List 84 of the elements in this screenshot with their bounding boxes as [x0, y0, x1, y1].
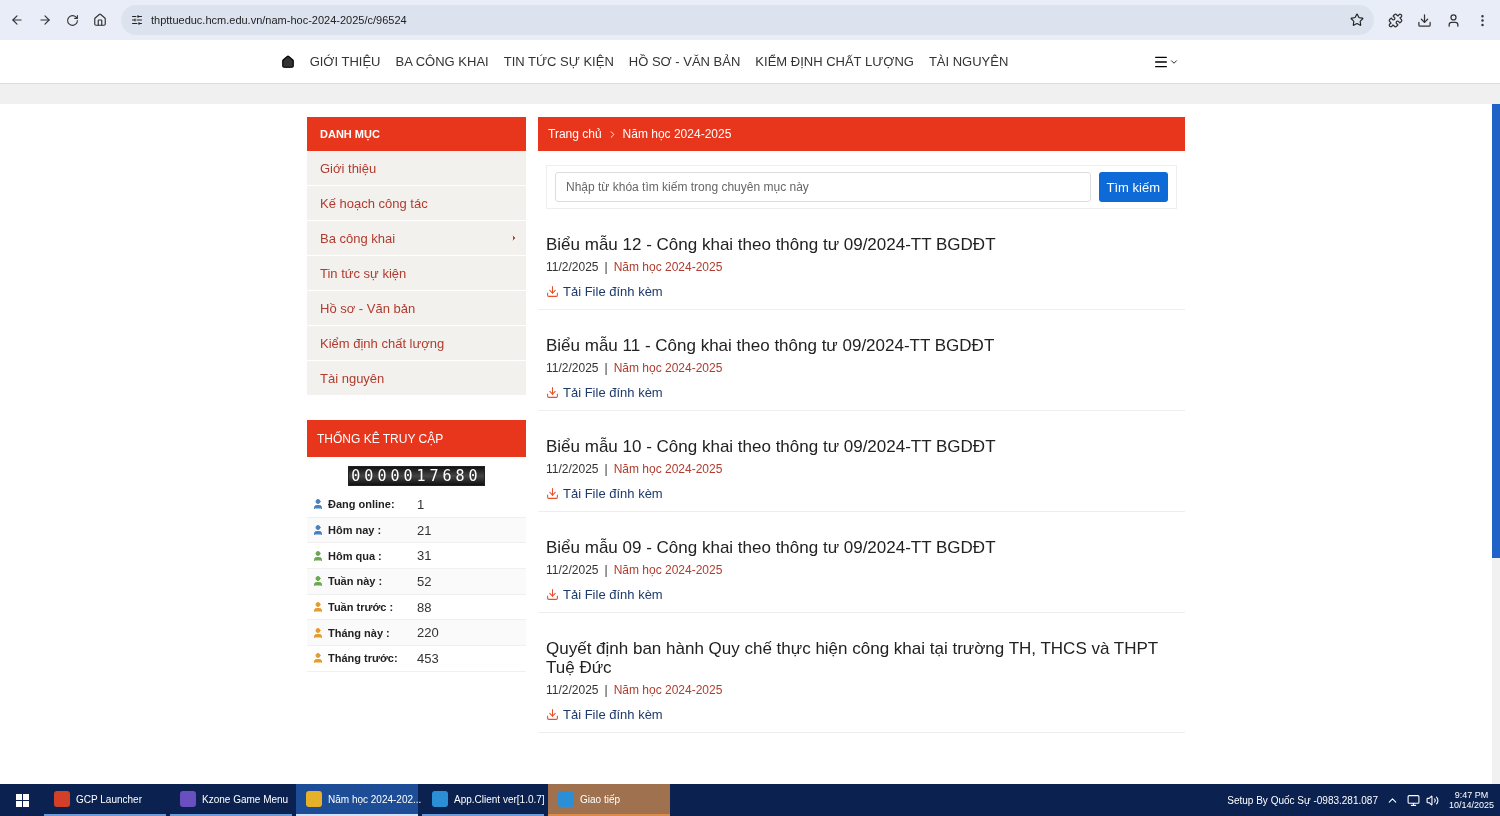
stat-label: Tuần trước : — [328, 601, 395, 614]
stats-heading: THỐNG KÊ TRUY CẬP — [307, 420, 526, 457]
separator: | — [604, 361, 608, 375]
search-button[interactable]: Tìm kiếm — [1098, 172, 1168, 202]
attachment-link[interactable]: Tải File đính kèm — [546, 284, 663, 299]
category-link[interactable]: Năm học 2024-2025 — [613, 361, 723, 375]
separator: | — [604, 563, 608, 577]
attachment-link[interactable]: Tải File đính kèm — [546, 707, 663, 722]
sidebar-item[interactable]: Giới thiệu — [307, 151, 526, 186]
category-link[interactable]: Năm học 2024-2025 — [613, 563, 723, 577]
search-field[interactable]: Nhập từ khóa tìm kiếm trong chuyên mục này — [555, 172, 1091, 202]
sidebar-item[interactable]: Kế hoạch công tác — [307, 186, 526, 221]
stat-label: Tuần này : — [328, 575, 384, 588]
breadcrumb-link[interactable]: Trang chủ — [548, 127, 602, 141]
stat-value: 220 — [417, 625, 439, 641]
sidebar-item[interactable]: Tin tức sự kiện — [307, 256, 526, 291]
article-title[interactable]: Quyết định ban hành Quy chế thực hiện công khai tại trường TH, THCS và THPT Tuệ Đức — [546, 639, 1177, 677]
nav-link[interactable]: TÀI NGUYÊN — [928, 54, 1009, 69]
sidebar-item[interactable]: Tài nguyên — [307, 361, 526, 396]
sidebar-item[interactable]: Hồ sơ - Văn bản — [307, 291, 526, 326]
category-link[interactable]: Năm học 2024-2025 — [613, 462, 723, 476]
url-text: thpttueduc.hcm.edu.vn/nam-hoc-2024-2025/c/96524 — [151, 14, 407, 26]
stat-label: Đang online: — [328, 498, 396, 511]
extensions-icon[interactable] — [1388, 12, 1403, 28]
sidebar-heading: DANH MỤC — [307, 117, 526, 151]
nav-link[interactable]: GIỚI THIỆU — [309, 54, 381, 69]
article-date: 11/2/2025 — [546, 361, 599, 375]
nav-link[interactable]: HỒ SƠ - VĂN BẢN — [628, 54, 741, 69]
download-icon — [546, 386, 559, 399]
site-settings-icon[interactable] — [131, 14, 143, 26]
attachment-link[interactable]: Tải File đính kèm — [546, 486, 663, 501]
article-title[interactable]: Biểu mẫu 10 - Công khai theo thông tư 09/2024-TT BGDĐT — [546, 437, 1177, 456]
stat-value: 1 — [417, 496, 425, 512]
stat-value: 88 — [417, 599, 432, 615]
category-link[interactable]: Năm học 2024-2025 — [613, 683, 723, 697]
download-icon — [546, 588, 559, 601]
bookmark-star-icon[interactable] — [1350, 13, 1364, 27]
stat-value: 21 — [417, 522, 432, 538]
category-link[interactable]: Năm học 2024-2025 — [613, 260, 723, 274]
download-icon — [546, 708, 559, 721]
download-icon — [546, 285, 559, 298]
download-icon[interactable] — [1417, 12, 1432, 28]
taskbar-app[interactable]: GCP Launcher — [44, 784, 166, 816]
sidebar-item[interactable]: Ba công khai — [307, 221, 526, 256]
network-icon[interactable] — [1406, 793, 1420, 807]
address-bar[interactable]: thpttueduc.hcm.edu.vn/nam-hoc-2024-2025/c/96524 — [121, 5, 1374, 35]
article-title[interactable]: Biểu mẫu 09 - Công khai theo thông tư 09/2024-TT BGDĐT — [546, 538, 1177, 557]
stat-label: Hôm qua : — [328, 549, 383, 562]
separator: | — [604, 683, 608, 697]
separator: | — [604, 260, 608, 274]
download-icon — [546, 487, 559, 500]
stat-value: 453 — [417, 650, 439, 666]
home-icon[interactable] — [280, 54, 295, 69]
article-date: 11/2/2025 — [546, 563, 599, 577]
stat-label: Tháng này : — [328, 626, 391, 639]
tray-text: Setup By Quốc Sự -0983.281.087 — [1227, 794, 1378, 806]
article-date: 11/2/2025 — [546, 260, 599, 274]
stat-label: Hôm nay : — [328, 524, 383, 537]
taskbar-app[interactable]: Giao tiếp — [548, 784, 670, 816]
stat-value: 52 — [417, 573, 432, 589]
article-date: 11/2/2025 — [546, 683, 599, 697]
article-date: 11/2/2025 — [546, 462, 599, 476]
clock[interactable]: 9:47 PM 10/14/2025 — [1448, 790, 1494, 810]
article-title[interactable]: Biểu mẫu 11 - Công khai theo thông tư 09/2024-TT BGDĐT — [546, 336, 1177, 355]
stat-label: Tháng trước: — [328, 652, 399, 665]
nav-link[interactable]: BA CÔNG KHAI — [395, 54, 489, 69]
attachment-link[interactable]: Tải File đính kèm — [546, 587, 663, 602]
forward-icon[interactable] — [38, 13, 52, 27]
home-icon[interactable] — [93, 13, 107, 27]
article-title[interactable]: Biểu mẫu 12 - Công khai theo thông tư 09/2024-TT BGDĐT — [546, 235, 1177, 254]
nav-link[interactable]: TIN TỨC SỰ KIỆN — [503, 54, 614, 69]
taskbar-app[interactable]: Kzone Game Menu — [170, 784, 292, 816]
reload-icon[interactable] — [66, 13, 79, 27]
volume-icon[interactable] — [1425, 793, 1439, 807]
breadcrumb-link[interactable]: Năm học 2024-2025 — [622, 127, 732, 141]
taskbar-app[interactable]: App.Client ver[1.0.7] — [422, 784, 544, 816]
separator: | — [604, 462, 608, 476]
visit-counter: 0000017680 — [349, 467, 484, 485]
sidebar-item[interactable]: Kiểm định chất lượng — [307, 326, 526, 361]
profile-icon[interactable] — [1446, 12, 1461, 28]
attachment-link[interactable]: Tải File đính kèm — [546, 385, 663, 400]
back-icon[interactable] — [10, 13, 24, 27]
nav-link[interactable]: KIỂM ĐỊNH CHẤT LƯỢNG — [755, 54, 914, 69]
stat-value: 31 — [417, 548, 432, 564]
